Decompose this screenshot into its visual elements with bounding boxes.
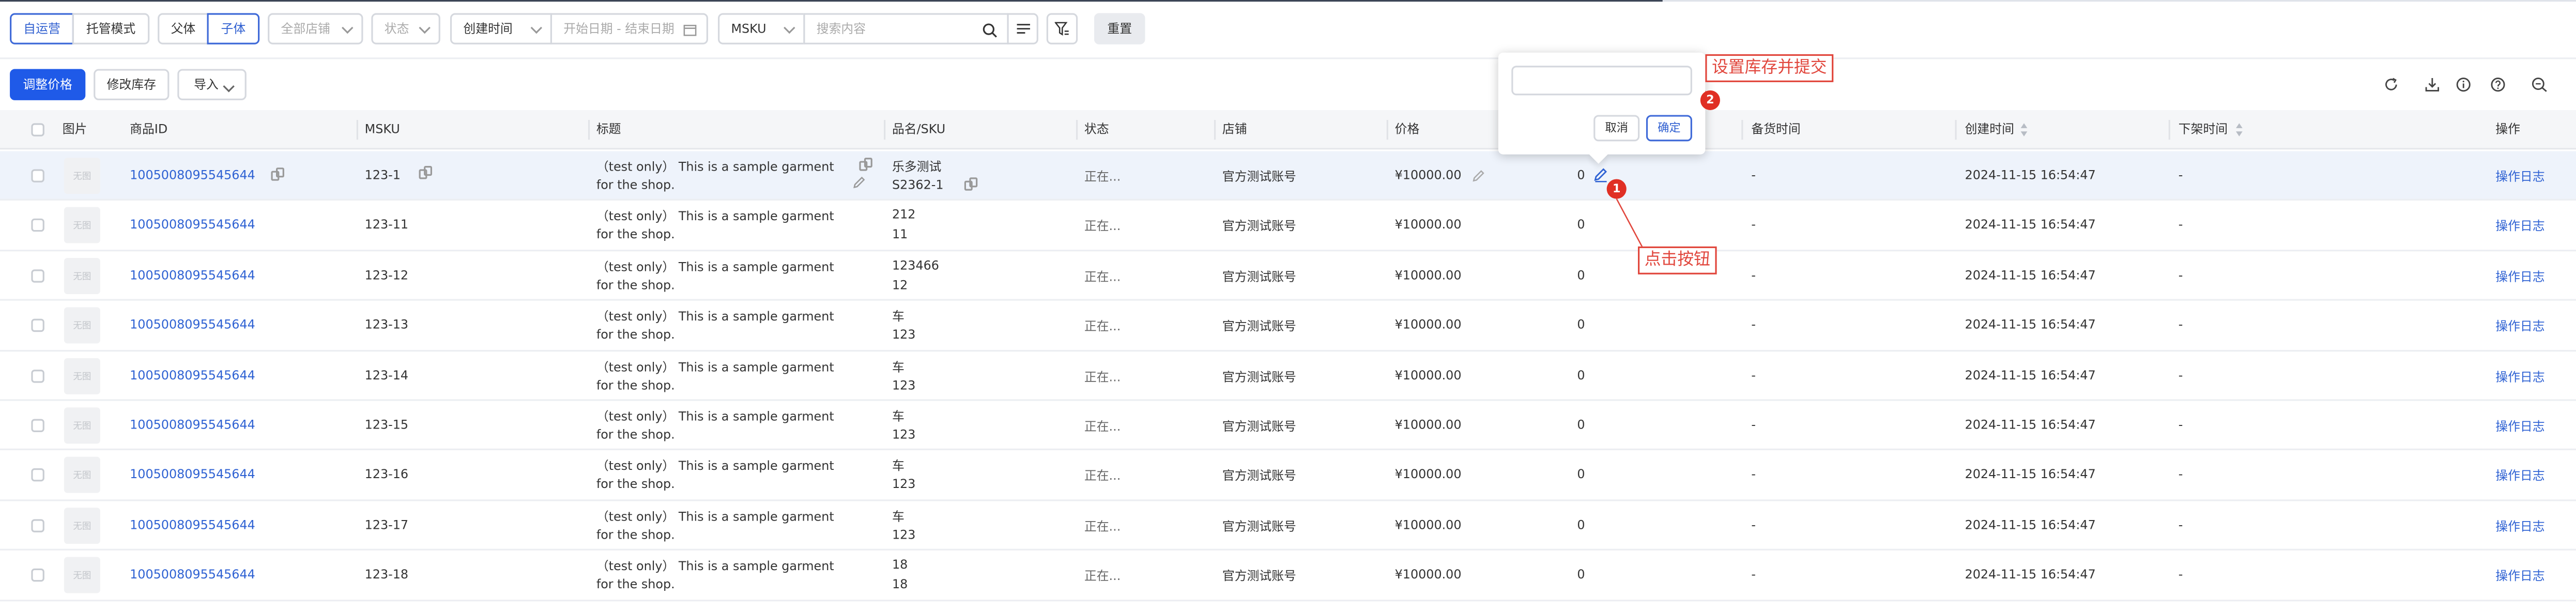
annotation-step2-label: 设置库存并提交 <box>1705 54 1834 82</box>
annotation-step1-label: 点击按钮 <box>1638 246 1717 274</box>
confirm-button[interactable]: 确定 <box>1646 115 1692 142</box>
stage: 自运营 托管模式 父体 子体 全部店铺 状态 创建时间 开始日期 - 结束日期 … <box>0 0 2576 611</box>
stock-input[interactable] <box>1511 66 1692 96</box>
stock-edit-popover: 取消 确定 <box>1498 52 1706 164</box>
annotation-step1-badge: 1 <box>1606 179 1627 199</box>
cancel-button[interactable]: 取消 <box>1593 115 1640 142</box>
annotation-step2-badge: 2 <box>1700 90 1720 110</box>
annotation-lines <box>1616 80 1709 249</box>
